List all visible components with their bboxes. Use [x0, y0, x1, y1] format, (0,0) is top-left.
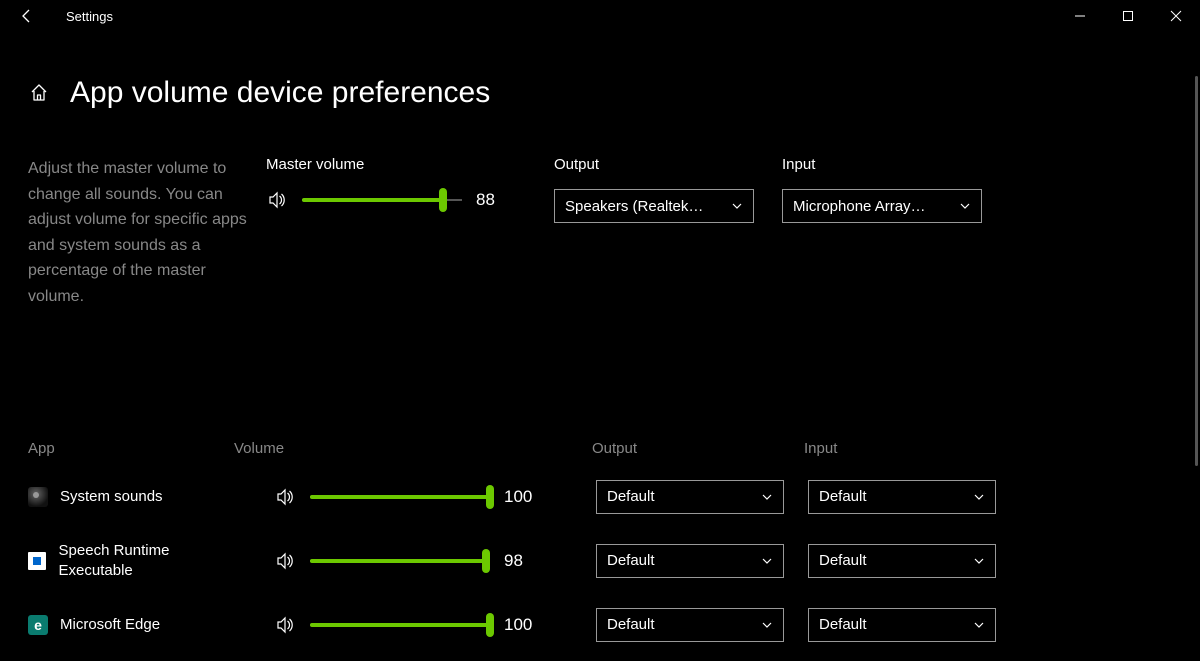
speech-runtime-icon: [28, 552, 46, 570]
edge-icon: e: [28, 615, 48, 635]
chevron-down-icon: [973, 555, 985, 567]
chevron-down-icon: [761, 619, 773, 631]
description-text: Adjust the master volume to change all s…: [28, 156, 266, 310]
chevron-down-icon: [731, 200, 743, 212]
close-button[interactable]: [1152, 0, 1200, 32]
master-volume-label: Master volume: [266, 156, 526, 173]
app-volume-slider[interactable]: [310, 551, 490, 571]
master-section: Adjust the master volume to change all s…: [28, 156, 1172, 310]
chevron-down-icon: [959, 200, 971, 212]
master-volume-value: 88: [476, 190, 510, 210]
master-output-value: Speakers (Realtek…: [565, 198, 711, 215]
app-name: Microsoft Edge: [60, 615, 160, 635]
titlebar: Settings: [0, 0, 1200, 32]
app-volume-slider[interactable]: [310, 487, 490, 507]
app-input-dropdown[interactable]: Default: [808, 480, 996, 514]
app-volume-value: 100: [504, 615, 538, 635]
speaker-icon[interactable]: [274, 486, 296, 508]
app-input-value: Default: [819, 616, 875, 633]
window-title: Settings: [66, 9, 113, 24]
app-output-value: Default: [607, 488, 663, 505]
app-input-dropdown[interactable]: Default: [808, 608, 996, 642]
master-input-value: Microphone Array…: [793, 198, 934, 215]
page-content: App volume device preferences Adjust the…: [0, 32, 1200, 661]
app-name: System sounds: [60, 487, 163, 507]
app-volume-slider[interactable]: [310, 615, 490, 635]
window-controls: [1056, 0, 1200, 32]
app-output-dropdown[interactable]: Default: [596, 544, 784, 578]
chevron-down-icon: [761, 555, 773, 567]
speaker-icon[interactable]: [266, 189, 288, 211]
master-output-label: Output: [554, 156, 754, 173]
app-row: e Microsoft Edge 100 Default Default: [28, 599, 1172, 651]
app-output-dropdown[interactable]: Default: [596, 480, 784, 514]
chevron-down-icon: [973, 619, 985, 631]
master-input-label: Input: [782, 156, 982, 173]
app-name: Speech Runtime Executable: [59, 541, 234, 580]
app-output-dropdown[interactable]: Default: [596, 608, 784, 642]
app-row: Speech Runtime Executable 98 Default Def…: [28, 535, 1172, 587]
app-output-value: Default: [607, 552, 663, 569]
app-input-value: Default: [819, 488, 875, 505]
app-input-dropdown[interactable]: Default: [808, 544, 996, 578]
system-sounds-icon: [28, 487, 48, 507]
master-input-dropdown[interactable]: Microphone Array…: [782, 189, 982, 223]
header-volume: Volume: [234, 440, 592, 457]
back-button[interactable]: [16, 5, 38, 27]
chevron-down-icon: [973, 491, 985, 503]
app-row: System sounds 100 Default Default: [28, 471, 1172, 523]
speaker-icon[interactable]: [274, 614, 296, 636]
chevron-down-icon: [761, 491, 773, 503]
app-input-value: Default: [819, 552, 875, 569]
scrollbar[interactable]: [1195, 76, 1198, 466]
page-title: App volume device preferences: [70, 76, 490, 110]
home-icon[interactable]: [28, 82, 50, 104]
master-volume-slider[interactable]: [302, 190, 462, 210]
minimize-button[interactable]: [1056, 0, 1104, 32]
header-output: Output: [592, 440, 804, 457]
header-input: Input: [804, 440, 1016, 457]
master-output-dropdown[interactable]: Speakers (Realtek…: [554, 189, 754, 223]
maximize-button[interactable]: [1104, 0, 1152, 32]
app-output-value: Default: [607, 616, 663, 633]
app-volume-value: 98: [504, 551, 538, 571]
speaker-icon[interactable]: [274, 550, 296, 572]
header-app: App: [28, 440, 234, 457]
app-list-section: App Volume Output Input System sounds 10…: [28, 440, 1172, 651]
app-volume-value: 100: [504, 487, 538, 507]
